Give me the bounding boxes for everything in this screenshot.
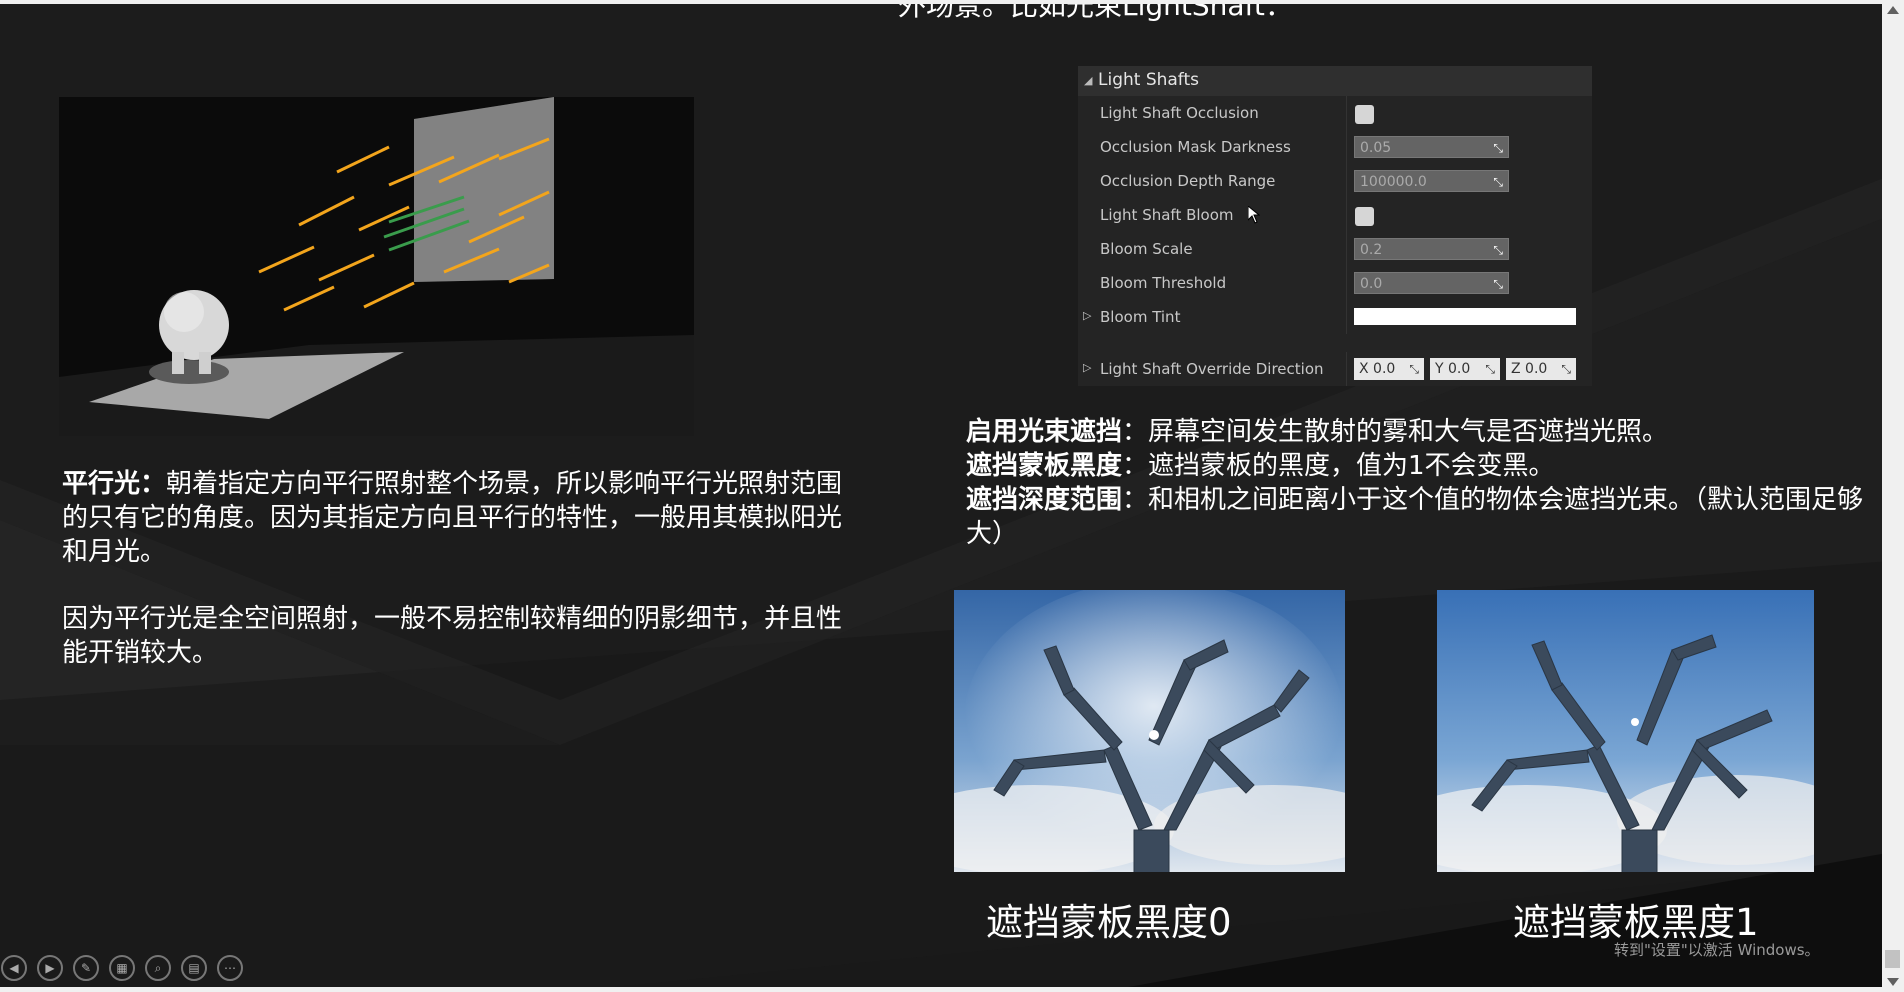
expand-triangle-icon[interactable]: ▷ (1083, 361, 1091, 374)
directional-light-term: 平行光： (62, 469, 167, 499)
depth-range-label: Occlusion Depth Range (1100, 172, 1276, 190)
y-value: Y 0.0 (1435, 361, 1471, 377)
mask-darkness-label: Occlusion Mask Darkness (1100, 138, 1291, 156)
light-shaft-descriptions: 启用光束遮挡：屏幕空间发生散射的雾和大气是否遮挡光照。 遮挡蒙板黑度：遮挡蒙板的… (966, 415, 1886, 551)
desc-line: 遮挡蒙板黑度：遮挡蒙板的黑度，值为1不会变黑。 (966, 449, 1886, 483)
occlusion-checkbox[interactable] (1355, 105, 1374, 124)
z-value: Z 0.0 (1511, 361, 1548, 377)
bloom-threshold-value: 0.0 (1360, 276, 1383, 292)
x-field[interactable]: X 0.0 ⤡ (1354, 358, 1424, 380)
occlusion-label: Light Shaft Occlusion (1100, 104, 1259, 122)
top-window-edge (0, 0, 1904, 4)
prev-icon[interactable]: ◀ (1, 955, 27, 981)
panel-title: Light Shafts (1098, 70, 1200, 90)
desc-term: 遮挡深度范围 (966, 485, 1123, 515)
z-field[interactable]: Z 0.0 ⤡ (1506, 358, 1576, 380)
bloom-scale-input[interactable]: 0.2 ⤡ (1354, 238, 1509, 260)
desc-text: ：遮挡蒙板的黑度，值为1不会变黑。 (1122, 451, 1555, 481)
drag-arrows-icon[interactable]: ⤡ (1493, 137, 1503, 159)
row-light-shaft-bloom: Light Shaft Bloom (1078, 198, 1592, 232)
subtitle-icon[interactable]: ▤ (181, 955, 207, 981)
directional-light-description: 平行光：朝着指定方向平行照射整个场景，所以影响平行光照射范围的只有它的角度。因为… (62, 467, 862, 569)
mask-darkness-value: 0.05 (1360, 140, 1392, 156)
bloom-threshold-input[interactable]: 0.0 ⤡ (1354, 272, 1509, 294)
slides-icon[interactable]: ▦ (109, 955, 135, 981)
scroll-thumb[interactable] (1885, 950, 1900, 968)
mask-darkness-input[interactable]: 0.05 ⤡ (1354, 136, 1509, 158)
depth-range-value: 100000.0 (1360, 174, 1427, 190)
pen-icon[interactable]: ✎ (73, 955, 99, 981)
row-bloom-scale: Bloom Scale 0.2 ⤡ (1078, 232, 1592, 266)
desc-term: 启用光束遮挡 (966, 417, 1123, 447)
bloom-tint-swatch[interactable] (1354, 308, 1576, 325)
directional-light-illustration (59, 97, 694, 436)
drag-arrows-icon[interactable]: ⤡ (1409, 358, 1419, 380)
drag-arrows-icon[interactable]: ⤡ (1493, 273, 1503, 295)
row-bloom-threshold: Bloom Threshold 0.0 ⤡ (1078, 266, 1592, 300)
desc-line: 启用光束遮挡：屏幕空间发生散射的雾和大气是否遮挡光照。 (966, 415, 1886, 449)
bloom-scale-label: Bloom Scale (1100, 240, 1193, 258)
row-depth-range: Occlusion Depth Range 100000.0 ⤡ (1078, 164, 1592, 198)
desc-text: ：屏幕空间发生散射的雾和大气是否遮挡光照。 (1122, 417, 1669, 447)
bloom-checkbox[interactable] (1355, 207, 1374, 226)
row-override-direction: ▷ Light Shaft Override Direction X 0.0 ⤡ … (1078, 352, 1592, 386)
mask-darkness-1-screenshot (1437, 590, 1814, 872)
mouse-cursor-icon (1248, 206, 1260, 224)
slideshow-controls: ◀ ▶ ✎ ▦ ⌕ ▤ ⋯ (0, 955, 243, 983)
row-light-shaft-occlusion: Light Shaft Occlusion (1078, 96, 1592, 130)
y-field[interactable]: Y 0.0 ⤡ (1430, 358, 1500, 380)
scroll-up-icon[interactable] (1887, 6, 1899, 14)
row-bloom-tint: ▷ Bloom Tint (1078, 300, 1592, 334)
next-icon[interactable]: ▶ (37, 955, 63, 981)
drag-arrows-icon[interactable]: ⤡ (1493, 239, 1503, 261)
directional-light-note: 因为平行光是全空间照射，一般不易控制较精细的阴影细节，并且性能开销较大。 (62, 604, 843, 668)
depth-range-input[interactable]: 100000.0 ⤡ (1354, 170, 1509, 192)
drag-arrows-icon[interactable]: ⤡ (1561, 358, 1571, 380)
mask-darkness-0-screenshot (954, 590, 1345, 872)
directional-light-text: 朝着指定方向平行照射整个场景，所以影响平行光照射范围的只有它的角度。因为其指定方… (62, 469, 843, 567)
panel-header[interactable]: ◢ Light Shafts (1078, 66, 1592, 96)
bloom-threshold-label: Bloom Threshold (1100, 274, 1227, 292)
expand-triangle-icon[interactable]: ▷ (1083, 309, 1091, 322)
bloom-scale-value: 0.2 (1360, 242, 1383, 258)
scroll-down-icon[interactable] (1887, 978, 1899, 986)
more-icon[interactable]: ⋯ (217, 955, 243, 981)
override-direction-label: Light Shaft Override Direction (1100, 360, 1324, 378)
drag-arrows-icon[interactable]: ⤡ (1493, 171, 1503, 193)
desc-term: 遮挡蒙板黑度 (966, 451, 1123, 481)
row-mask-darkness: Occlusion Mask Darkness 0.05 ⤡ (1078, 130, 1592, 164)
zoom-icon[interactable]: ⌕ (145, 955, 171, 981)
bloom-tint-label: Bloom Tint (1100, 308, 1181, 326)
x-value: X 0.0 (1359, 361, 1396, 377)
windows-activation-watermark: 转到"设置"以激活 Windows。 (1614, 941, 1820, 959)
drag-arrows-icon[interactable]: ⤡ (1485, 358, 1495, 380)
desc-line: 遮挡深度范围：和相机之间距离小于这个值的物体会遮挡光束。（默认范围足够大） (966, 483, 1886, 551)
bloom-label: Light Shaft Bloom (1100, 206, 1234, 224)
caption-mask-darkness-0: 遮挡蒙板黑度0 (986, 901, 1232, 944)
vertical-scrollbar[interactable] (1882, 0, 1904, 992)
bottom-window-edge (0, 987, 1904, 992)
light-shafts-panel: ◢ Light Shafts Light Shaft Occlusion Occ… (1078, 66, 1592, 386)
collapse-triangle-icon[interactable]: ◢ (1084, 74, 1092, 87)
